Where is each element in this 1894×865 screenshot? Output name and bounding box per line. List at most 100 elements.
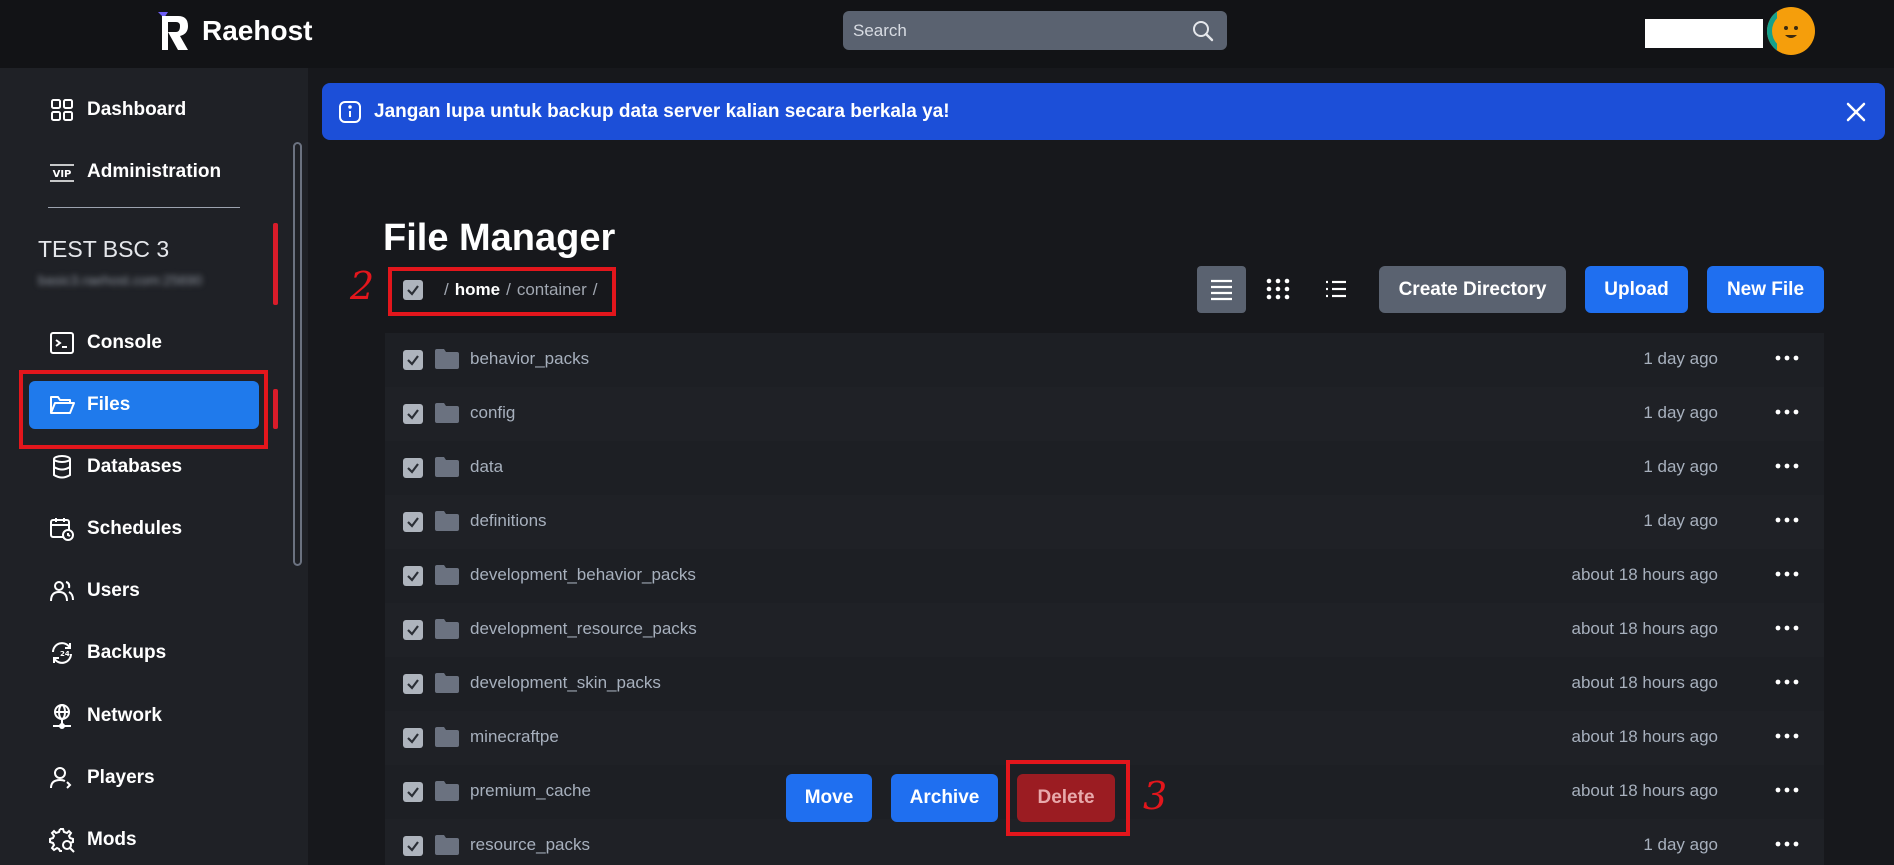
file-name[interactable]: development_skin_packs	[470, 673, 661, 693]
file-modified: about 18 hours ago	[1571, 673, 1718, 692]
network-icon	[49, 703, 75, 729]
file-checkbox[interactable]	[403, 620, 423, 640]
sidebar-scrollbar[interactable]	[293, 142, 302, 566]
more-options-icon[interactable]	[1772, 505, 1802, 535]
sidebar-item-network[interactable]: Network	[29, 692, 259, 740]
file-modified: 1 day ago	[1643, 403, 1718, 422]
more-options-icon[interactable]	[1772, 775, 1802, 805]
more-options-icon[interactable]	[1772, 667, 1802, 697]
move-button[interactable]: Move	[786, 774, 872, 822]
sidebar-item-label: Databases	[87, 456, 183, 477]
file-name[interactable]: development_resource_packs	[470, 619, 697, 639]
page-title: File Manager	[383, 217, 616, 259]
sidebar-item-schedules[interactable]: Schedules	[29, 505, 259, 553]
file-checkbox[interactable]	[403, 566, 423, 586]
view-details-button[interactable]	[1311, 266, 1360, 313]
close-icon[interactable]	[1843, 99, 1869, 125]
file-name[interactable]: config	[470, 403, 515, 423]
file-checkbox[interactable]	[403, 782, 423, 802]
server-host: basic3.raehost.com:25690	[38, 272, 203, 288]
archive-button[interactable]: Archive	[891, 774, 998, 822]
file-name[interactable]: development_behavior_packs	[470, 565, 696, 585]
file-name[interactable]: definitions	[470, 511, 547, 531]
annotation-number-2: 2	[350, 264, 375, 308]
search-icon[interactable]	[1191, 19, 1215, 43]
folder-icon	[434, 617, 460, 641]
more-options-icon[interactable]	[1772, 829, 1802, 859]
file-modified: about 18 hours ago	[1571, 781, 1718, 800]
grid-icon	[49, 97, 75, 123]
folder-icon	[434, 833, 460, 857]
more-options-icon[interactable]	[1772, 451, 1802, 481]
file-row[interactable]: data 1 day ago	[385, 441, 1824, 495]
file-name[interactable]: minecraftpe	[470, 727, 559, 747]
terminal-icon	[49, 330, 75, 356]
folder-icon	[434, 725, 460, 749]
more-options-icon[interactable]	[1772, 559, 1802, 589]
search-input[interactable]	[853, 11, 1183, 50]
file-checkbox[interactable]	[403, 404, 423, 424]
more-options-icon[interactable]	[1772, 343, 1802, 373]
file-modified: about 18 hours ago	[1571, 727, 1718, 746]
sidebar-item-dashboard[interactable]: Dashboard	[29, 86, 259, 134]
gear-search-icon	[49, 827, 75, 853]
annotation-box-files	[19, 370, 268, 449]
sidebar-item-label: Console	[87, 332, 162, 353]
file-name[interactable]: resource_packs	[470, 835, 590, 855]
new-file-button[interactable]: New File	[1707, 266, 1824, 313]
alert-text: Jangan lupa untuk backup data server kal…	[374, 101, 950, 122]
file-name[interactable]: premium_cache	[470, 781, 591, 801]
sidebar-item-label: Mods	[87, 829, 137, 850]
sidebar-divider	[48, 207, 240, 208]
annotation-marker	[273, 389, 278, 429]
vip-icon: VIP	[49, 159, 75, 185]
sidebar-item-backups[interactable]: 24 Backups	[29, 629, 259, 677]
file-row[interactable]: development_resource_packs about 18 hours…	[385, 603, 1824, 657]
file-modified: 1 day ago	[1643, 835, 1718, 854]
view-list-button[interactable]	[1197, 266, 1246, 313]
file-row[interactable]: development_skin_packs about 18 hours ago	[385, 657, 1824, 711]
file-row[interactable]: behavior_packs 1 day ago	[385, 333, 1824, 387]
annotation-marker	[273, 223, 278, 305]
username-field[interactable]	[1645, 19, 1763, 48]
file-row[interactable]: minecraftpe about 18 hours ago	[385, 711, 1824, 765]
folder-icon	[434, 455, 460, 479]
sidebar-item-console[interactable]: Console	[29, 319, 259, 367]
file-checkbox[interactable]	[403, 674, 423, 694]
annotation-box-select-all	[388, 267, 616, 316]
svg-text:24: 24	[60, 650, 70, 658]
create-directory-button[interactable]: Create Directory	[1379, 266, 1566, 313]
file-checkbox[interactable]	[403, 728, 423, 748]
file-row[interactable]: definitions 1 day ago	[385, 495, 1824, 549]
avatar[interactable]	[1767, 7, 1815, 55]
file-checkbox[interactable]	[403, 512, 423, 532]
view-grid-button[interactable]	[1253, 266, 1302, 313]
file-modified: 1 day ago	[1643, 511, 1718, 530]
sidebar-item-databases[interactable]: Databases	[29, 443, 259, 491]
sidebar-item-administration[interactable]: VIP Administration	[29, 148, 259, 196]
annotation-number-3: 3	[1143, 774, 1168, 818]
file-checkbox[interactable]	[403, 836, 423, 856]
file-name[interactable]: behavior_packs	[470, 349, 589, 369]
file-row[interactable]: config 1 day ago	[385, 387, 1824, 441]
database-icon	[49, 454, 75, 480]
sidebar-item-players[interactable]: Players	[29, 754, 259, 802]
file-modified: about 18 hours ago	[1571, 565, 1718, 584]
folder-icon	[434, 401, 460, 425]
sidebar-item-users[interactable]: Users	[29, 567, 259, 615]
sidebar-item-mods[interactable]: Mods	[29, 816, 259, 864]
annotation-box-delete	[1006, 760, 1130, 836]
brand-logo[interactable]: Raehost	[150, 10, 312, 52]
file-checkbox[interactable]	[403, 350, 423, 370]
file-checkbox[interactable]	[403, 458, 423, 478]
sidebar-item-label: Backups	[87, 642, 167, 663]
more-options-icon[interactable]	[1772, 397, 1802, 427]
file-name[interactable]: data	[470, 457, 503, 477]
more-options-icon[interactable]	[1772, 613, 1802, 643]
file-row[interactable]: development_behavior_packs about 18 hours…	[385, 549, 1824, 603]
upload-button[interactable]: Upload	[1585, 266, 1688, 313]
sidebar-item-label: Network	[87, 705, 162, 726]
folder-icon	[434, 563, 460, 587]
sidebar: Dashboard VIP Administration TEST BSC 3 …	[0, 68, 308, 865]
more-options-icon[interactable]	[1772, 721, 1802, 751]
